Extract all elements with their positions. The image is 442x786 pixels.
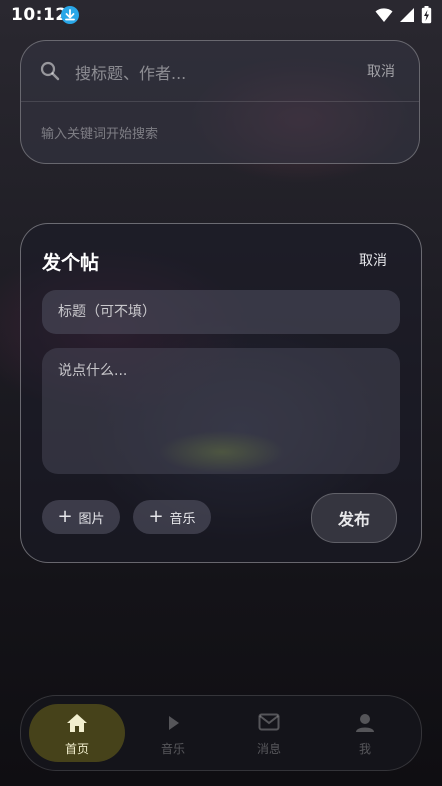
post-composer-title: 发个帖 <box>42 252 100 274</box>
search-input[interactable] <box>73 59 337 87</box>
search-icon <box>40 61 60 85</box>
nav-item-messages[interactable]: 消息 <box>221 704 317 762</box>
nav-label-home: 首页 <box>64 742 89 756</box>
search-hint: 输入关键词开始搜索 <box>41 127 159 142</box>
wifi-icon <box>375 7 393 27</box>
add-image-button[interactable]: + 图片 <box>42 500 120 534</box>
play-icon <box>163 713 183 737</box>
person-icon <box>355 713 375 737</box>
plus-icon: + <box>148 506 164 527</box>
status-time: 10:12 <box>11 5 68 25</box>
status-bar: 10:12 <box>0 0 442 30</box>
battery-charging-icon <box>421 6 432 28</box>
nav-item-home[interactable]: 首页 <box>29 704 125 762</box>
post-cancel-button[interactable]: 取消 <box>359 250 387 270</box>
signal-icon <box>399 7 415 27</box>
plus-icon: + <box>57 506 73 527</box>
nav-label-music: 音乐 <box>160 742 185 756</box>
add-music-button[interactable]: + 音乐 <box>133 500 211 534</box>
bottom-nav: 首页 音乐 消息 我 <box>20 695 422 771</box>
mail-icon <box>258 713 280 735</box>
nav-item-music[interactable]: 音乐 <box>125 704 221 762</box>
post-title-input[interactable] <box>42 290 400 334</box>
download-icon <box>61 6 79 24</box>
nav-label-me: 我 <box>358 742 371 756</box>
post-composer-panel: 发个帖 取消 + 图片 + 音乐 发布 <box>20 223 422 563</box>
publish-button[interactable]: 发布 <box>311 493 397 543</box>
nav-item-me[interactable]: 我 <box>317 704 413 762</box>
add-image-label: 图片 <box>78 511 105 527</box>
nav-label-messages: 消息 <box>256 742 281 756</box>
add-music-label: 音乐 <box>169 511 196 527</box>
post-body-input[interactable] <box>42 348 400 474</box>
search-bar: 取消 <box>21 41 419 102</box>
home-icon <box>66 713 88 737</box>
search-cancel-button[interactable]: 取消 <box>367 61 395 81</box>
search-panel: 取消 输入关键词开始搜索 <box>20 40 420 164</box>
